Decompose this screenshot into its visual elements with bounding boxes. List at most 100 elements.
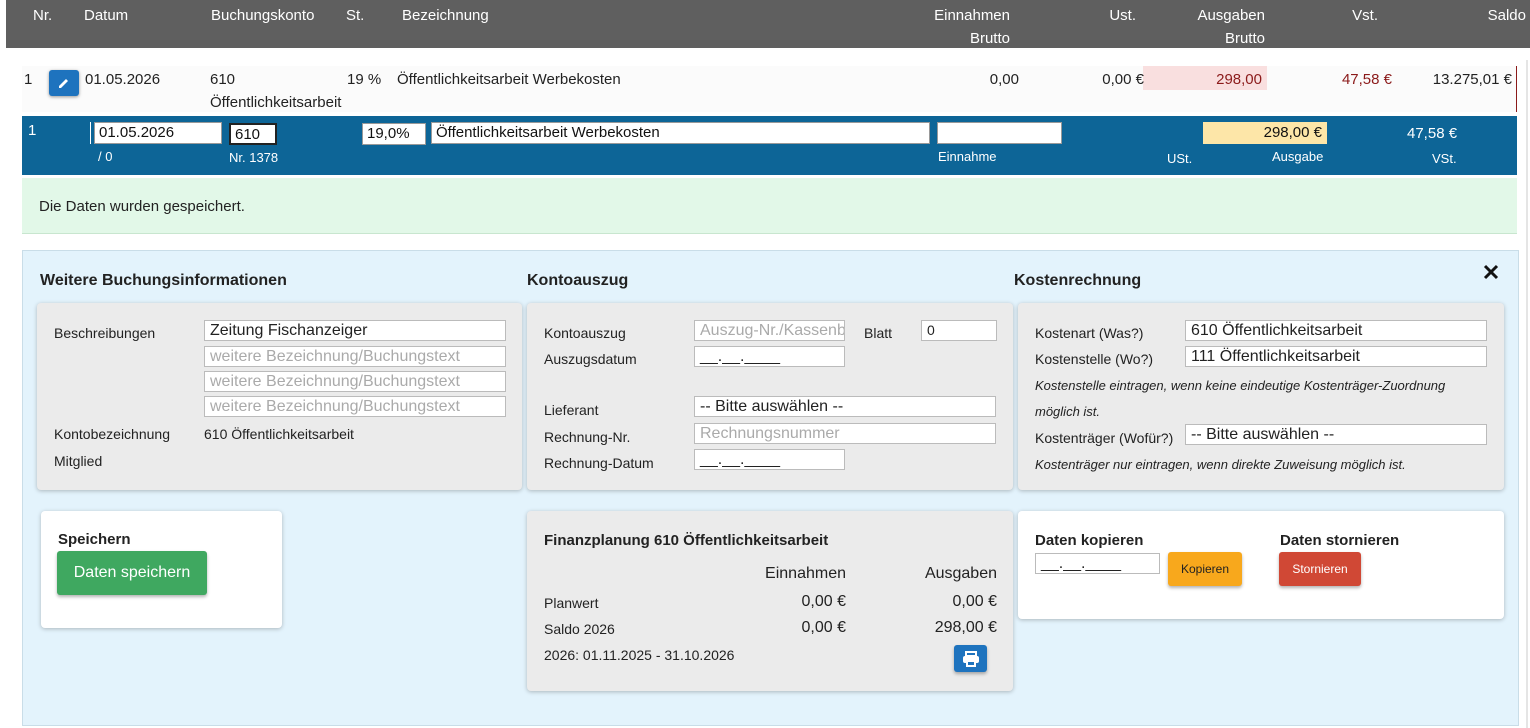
datum-input[interactable]: 01.05.2026 (94, 122, 222, 144)
details-panel: Weitere Buchungsinformationen Kontoauszu… (22, 250, 1519, 726)
row-ust: 0,00 € (1102, 71, 1144, 88)
lieferant-select[interactable]: -- Bitte auswählen -- (694, 396, 996, 417)
edit-button[interactable] (49, 70, 79, 96)
col-ust: Ust. (1109, 7, 1136, 24)
row-nr: 1 (24, 71, 33, 88)
einnahme-label: Einnahme (938, 149, 997, 164)
success-text: Die Daten wurden gespeichert. (39, 198, 245, 215)
kopieren-stornieren-card: Daten kopieren __.__.____ Kopieren Daten… (1018, 511, 1504, 619)
ausgabe-input[interactable]: 298,00 € (1203, 122, 1327, 144)
col-datum: Datum (84, 7, 129, 24)
edit-row: 1 01.05.2026 / 0 610 Nr. 1378 19,0% Öffe… (22, 116, 1517, 175)
col-einnahmen-brutto: Brutto (969, 30, 1010, 47)
auszugsdatum-input[interactable]: __.__.____ (694, 346, 845, 367)
finanz-col-einnahmen: Einnahmen (765, 565, 846, 582)
lieferant-label: Lieferant (544, 402, 599, 418)
stornieren-title: Daten stornieren (1280, 532, 1400, 549)
kostenstelle-note-1: Kostenstelle eintragen, wenn keine einde… (1035, 378, 1446, 393)
kosten-title: Kostenrechnung (1014, 272, 1142, 289)
kontoauszug-input[interactable]: Auszug-Nr./Kassenb (694, 320, 845, 341)
save-button[interactable]: Daten speichern (57, 551, 207, 595)
col-nr: Nr. (33, 7, 53, 24)
rechnung-nr-label: Rechnung-Nr. (544, 429, 631, 445)
kontobezeichnung-label: Kontobezeichnung (54, 426, 170, 442)
row-divider (1516, 66, 1517, 112)
kostentraeger-label: Kostenträger (Wofür?) (1035, 430, 1174, 446)
kontoauszug-label: Kontoauszug (544, 325, 626, 341)
scroll-edge (1526, 60, 1528, 728)
kostenart-label: Kostenart (Was?) (1035, 325, 1144, 341)
storno-button[interactable]: Stornieren (1279, 552, 1361, 586)
row-saldo: 13.275,01 € (1432, 71, 1512, 88)
cursor-line (90, 122, 91, 144)
row-einnahmen: 0,00 (989, 71, 1019, 88)
col-vst: Vst. (1352, 7, 1378, 24)
rechnung-nr-input[interactable]: Rechnungsnummer (694, 423, 996, 444)
ausgabe-label: Ausgabe (1272, 149, 1324, 164)
kostenstelle-note-2: möglich ist. (1035, 404, 1101, 419)
row-ausgaben: 298,00 (1216, 71, 1262, 88)
vst-value: 47,58 € (1407, 125, 1458, 142)
konto-nr-label: Nr. 1378 (229, 150, 279, 165)
auszugsdatum-label: Auszugsdatum (544, 351, 637, 367)
saldo-label: Saldo 2026 (544, 621, 615, 637)
kontobezeichnung-value: 610 Öffentlichkeitsarbeit (204, 426, 354, 442)
print-button[interactable] (954, 645, 987, 672)
kopieren-title: Daten kopieren (1035, 532, 1144, 549)
close-icon[interactable] (1482, 263, 1500, 281)
blatt-input[interactable]: 0 (921, 320, 997, 341)
einnahme-input[interactable] (937, 122, 1062, 144)
rechnung-datum-input[interactable]: __.__.____ (694, 449, 845, 470)
kontoauszug-card: Kontoauszug Auszug-Nr./Kassenb Blatt 0 A… (527, 303, 1013, 490)
table-header: Nr. Datum Buchungskonto St. Bezeichnung … (6, 0, 1530, 48)
bezeichnung-input[interactable]: Öffentlichkeitsarbeit Werbekosten (431, 122, 930, 144)
finanzplanung-card: Finanzplanung 610 Öffentlichkeitsarbeit … (527, 511, 1013, 691)
row-konto-name: Öffentlichkeitsarbeit (210, 94, 342, 111)
row-steuersatz: 19 % (347, 71, 382, 88)
copy-button[interactable]: Kopieren (1168, 552, 1242, 586)
col-einnahmen: Einnahmen (934, 7, 1010, 24)
kontoauszug-title: Kontoauszug (527, 272, 629, 289)
kopieren-date-input[interactable]: __.__.____ (1035, 553, 1160, 574)
steuersatz-input[interactable]: 19,0% (362, 123, 426, 145)
kostenart-select[interactable]: 610 Öffentlichkeitsarbeit (1185, 320, 1487, 341)
beschreibung-1-input[interactable]: Zeitung Fischanzeiger (204, 320, 506, 341)
kosten-card: Kostenart (Was?) 610 Öffentlichkeitsarbe… (1018, 303, 1504, 490)
zeitraum: 2026: 01.11.2025 - 31.10.2026 (544, 647, 735, 663)
row-bezeichnung: Öffentlichkeitsarbeit Werbekosten (397, 71, 621, 88)
kostentraeger-note: Kostenträger nur eintragen, wenn direkte… (1035, 457, 1406, 472)
beschreibung-3-input[interactable]: weitere Bezeichnung/Buchungstext (204, 371, 506, 392)
saldo-einnahmen: 0,00 € (801, 619, 846, 636)
kostenstelle-label: Kostenstelle (Wo?) (1035, 351, 1154, 367)
col-ausgaben-brutto: Brutto (1224, 30, 1265, 47)
row-vst: 47,58 € (1341, 71, 1392, 88)
blatt-label: Blatt (864, 325, 893, 341)
beschreibung-2-input[interactable]: weitere Bezeichnung/Buchungstext (204, 346, 506, 367)
finanz-title: Finanzplanung 610 Öffentlichkeitsarbeit (544, 532, 829, 549)
rechnung-datum-label: Rechnung-Datum (544, 455, 654, 471)
col-st: St. (346, 7, 365, 24)
kostentraeger-select[interactable]: -- Bitte auswählen -- (1185, 424, 1487, 445)
speichern-title: Speichern (58, 531, 131, 548)
table-row[interactable]: 1 01.05.2026 610 Öffentlichkeitsarbeit 1… (22, 66, 1517, 112)
row-konto-nr: 610 (210, 71, 236, 88)
planwert-ausgaben: 0,00 € (952, 593, 997, 610)
col-buchungskonto: Buchungskonto (211, 7, 315, 24)
speichern-card: Speichern Daten speichern (41, 511, 282, 628)
beschreibungen-label: Beschreibungen (54, 325, 156, 341)
mitglied-label: Mitglied (54, 453, 103, 469)
beschreibung-4-input[interactable]: weitere Bezeichnung/Buchungstext (204, 396, 506, 417)
ust-label: USt. (1167, 151, 1193, 166)
pencil-icon (59, 79, 68, 88)
planwert-label: Planwert (544, 595, 599, 611)
finanz-col-ausgaben: Ausgaben (924, 565, 997, 582)
edit-nr: 1 (28, 122, 37, 139)
printer-icon (962, 651, 979, 667)
saldo-ausgaben: 298,00 € (934, 619, 997, 636)
planwert-einnahmen: 0,00 € (801, 593, 846, 610)
konto-input[interactable]: 610 (229, 123, 277, 145)
datum-sub: / 0 (98, 149, 113, 164)
success-message: Die Daten wurden gespeichert. (22, 178, 1517, 234)
kostenstelle-select[interactable]: 111 Öffentlichkeitsarbeit (1185, 346, 1487, 367)
weitere-title: Weitere Buchungsinformationen (40, 272, 287, 289)
